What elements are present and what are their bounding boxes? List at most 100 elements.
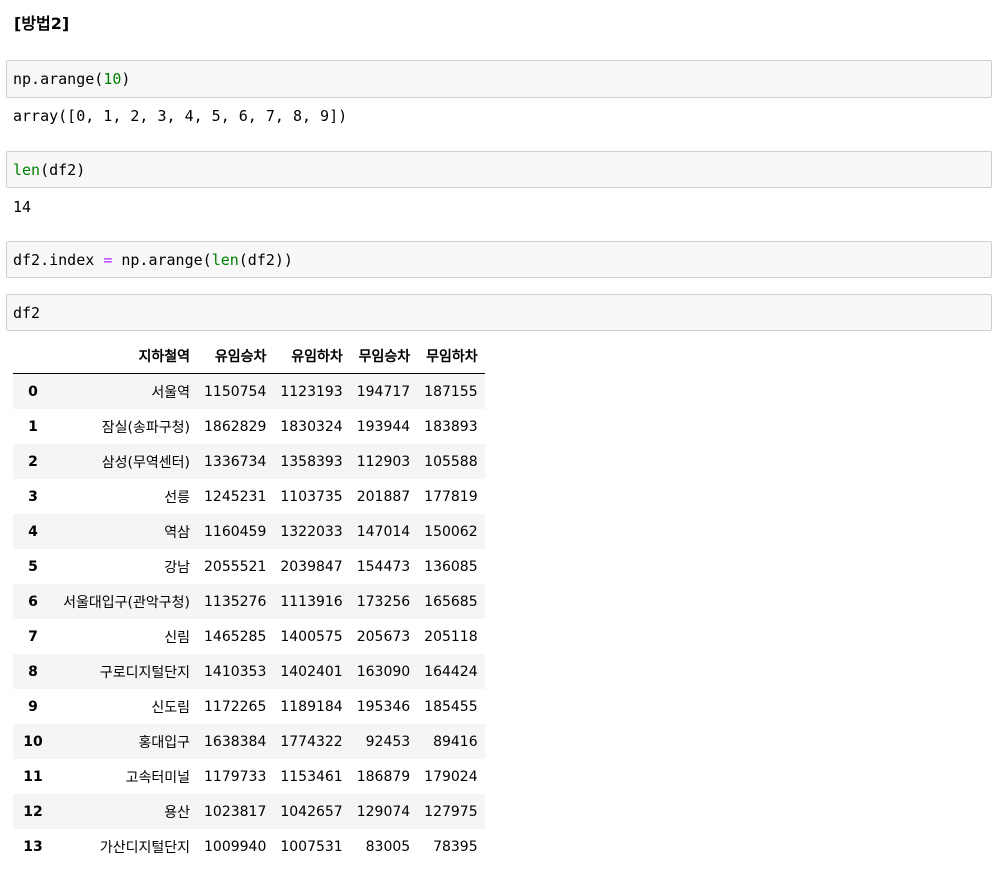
- code-cell-arange[interactable]: np.arange(10): [6, 60, 992, 98]
- station-cell: 삼성(무역센터): [101, 454, 190, 471]
- value-cell: 1774322: [280, 733, 343, 750]
- value-cell: 1638384: [204, 733, 267, 750]
- value-cell: 89416: [433, 733, 478, 750]
- value-cell: 1153461: [280, 768, 343, 785]
- table-row: 11 고속터미널 1179733 1153461 186879 179024: [13, 759, 485, 794]
- station-cell: 신림: [164, 629, 190, 646]
- row-index: 0: [28, 383, 38, 400]
- value-cell: 195346: [356, 698, 411, 715]
- code-token: len: [13, 161, 41, 179]
- code-input[interactable]: len(df2): [7, 152, 991, 188]
- row-index: 11: [23, 768, 43, 785]
- value-cell: 1007531: [280, 838, 343, 855]
- value-cell: 1402401: [280, 663, 343, 680]
- code-token: (df2): [40, 161, 86, 179]
- value-cell: 194717: [356, 383, 411, 400]
- value-cell: 201887: [356, 488, 411, 505]
- row-index: 9: [28, 698, 38, 715]
- column-header: 유임하차: [273, 338, 350, 374]
- code-token: =: [103, 251, 113, 269]
- row-index: 8: [28, 663, 38, 680]
- value-cell: 1103735: [280, 488, 343, 505]
- output-len: 14: [13, 198, 32, 216]
- value-cell: 136085: [424, 558, 478, 575]
- value-cell: 1358393: [280, 453, 343, 470]
- value-cell: 1410353: [204, 663, 267, 680]
- value-cell: 92453: [365, 733, 411, 750]
- row-index: 3: [28, 488, 38, 505]
- station-cell: 선릉: [164, 489, 190, 506]
- value-cell: 186879: [356, 768, 411, 785]
- row-index: 5: [28, 558, 38, 575]
- value-cell: 1322033: [280, 523, 343, 540]
- code-token: df2: [13, 304, 41, 322]
- code-token: (df2)): [238, 251, 293, 269]
- station-cell: 홍대입구: [138, 734, 190, 751]
- station-cell: 구로디지털단지: [99, 664, 190, 681]
- station-cell: 가산디지털단지: [99, 839, 190, 856]
- table-row: 3 선릉 1245231 1103735 201887 177819: [13, 479, 485, 514]
- code-token: np.arange(: [13, 70, 104, 88]
- value-cell: 1042657: [280, 803, 343, 820]
- value-cell: 78395: [433, 838, 478, 855]
- table-row: 6 서울대입구(관악구청) 1135276 1113916 173256 165685: [13, 584, 485, 619]
- code-input[interactable]: np.arange(10): [7, 61, 991, 97]
- value-cell: 83005: [365, 838, 411, 855]
- code-input[interactable]: df2: [7, 295, 991, 331]
- table-row: 13 가산디지털단지 1009940 1007531 83005 78395: [13, 829, 485, 864]
- row-index: 6: [28, 593, 38, 610]
- row-index: 10: [23, 733, 43, 750]
- value-cell: 1135276: [204, 593, 267, 610]
- value-cell: 163090: [356, 663, 411, 680]
- value-cell: 105588: [424, 453, 478, 470]
- row-index: 4: [28, 523, 38, 540]
- row-index: 1: [28, 418, 38, 435]
- column-header: 무임승차: [349, 338, 418, 374]
- table-row: 10 홍대입구 1638384 1774322 92453 89416: [13, 724, 485, 759]
- code-cell-df2[interactable]: df2: [6, 294, 992, 331]
- value-cell: 1123193: [280, 383, 343, 400]
- code-cell-index-assign[interactable]: df2.index = np.arange(len(df2)): [6, 241, 992, 278]
- dataframe-table: 지하철역 유임승차 유임하차 무임승차 무임하차 0 서울역 1150754 1123193 1…: [13, 338, 485, 864]
- value-cell: 205673: [356, 628, 411, 645]
- value-cell: 1160459: [204, 523, 267, 540]
- station-cell: 서울역: [151, 384, 190, 401]
- code-token: len: [211, 251, 239, 269]
- value-cell: 1179733: [204, 768, 267, 785]
- column-header: 유임승차: [197, 338, 274, 374]
- table-header: 지하철역 유임승차 유임하차 무임승차 무임하차: [13, 338, 485, 374]
- row-index: 12: [23, 803, 43, 820]
- value-cell: 193944: [356, 418, 411, 435]
- value-cell: 150062: [424, 523, 478, 540]
- station-cell: 서울대입구(관악구청): [63, 594, 190, 611]
- value-cell: 1862829: [204, 418, 267, 435]
- code-token: 10: [103, 70, 122, 88]
- code-input[interactable]: df2.index = np.arange(len(df2)): [7, 242, 991, 278]
- value-cell: 173256: [356, 593, 411, 610]
- value-cell: 1245231: [204, 488, 267, 505]
- column-header: 무임하차: [417, 338, 485, 374]
- station-cell: 역삼: [164, 524, 190, 541]
- value-cell: 185455: [424, 698, 478, 715]
- value-cell: 154473: [356, 558, 411, 575]
- value-cell: 1400575: [280, 628, 343, 645]
- code-cell-len[interactable]: len(df2): [6, 151, 992, 188]
- row-index: 2: [28, 453, 38, 470]
- value-cell: 164424: [424, 663, 478, 680]
- column-header: 지하철역: [53, 338, 197, 374]
- value-cell: 127975: [424, 803, 478, 820]
- station-cell: 잠실(송파구청): [101, 419, 190, 436]
- value-cell: 1023817: [204, 803, 267, 820]
- value-cell: 1336734: [204, 453, 267, 470]
- station-cell: 신도림: [151, 699, 190, 716]
- value-cell: 129074: [356, 803, 411, 820]
- code-token: df2.index: [13, 251, 104, 269]
- index-header: [13, 338, 53, 374]
- value-cell: 112903: [356, 453, 411, 470]
- value-cell: 1009940: [204, 838, 267, 855]
- table-body: 0 서울역 1150754 1123193 194717 187155 1 잠실(송파구청) 1…: [13, 373, 485, 865]
- value-cell: 177819: [424, 488, 478, 505]
- value-cell: 1465285: [204, 628, 267, 645]
- table-row: 0 서울역 1150754 1123193 194717 187155: [13, 373, 485, 409]
- value-cell: 205118: [424, 628, 478, 645]
